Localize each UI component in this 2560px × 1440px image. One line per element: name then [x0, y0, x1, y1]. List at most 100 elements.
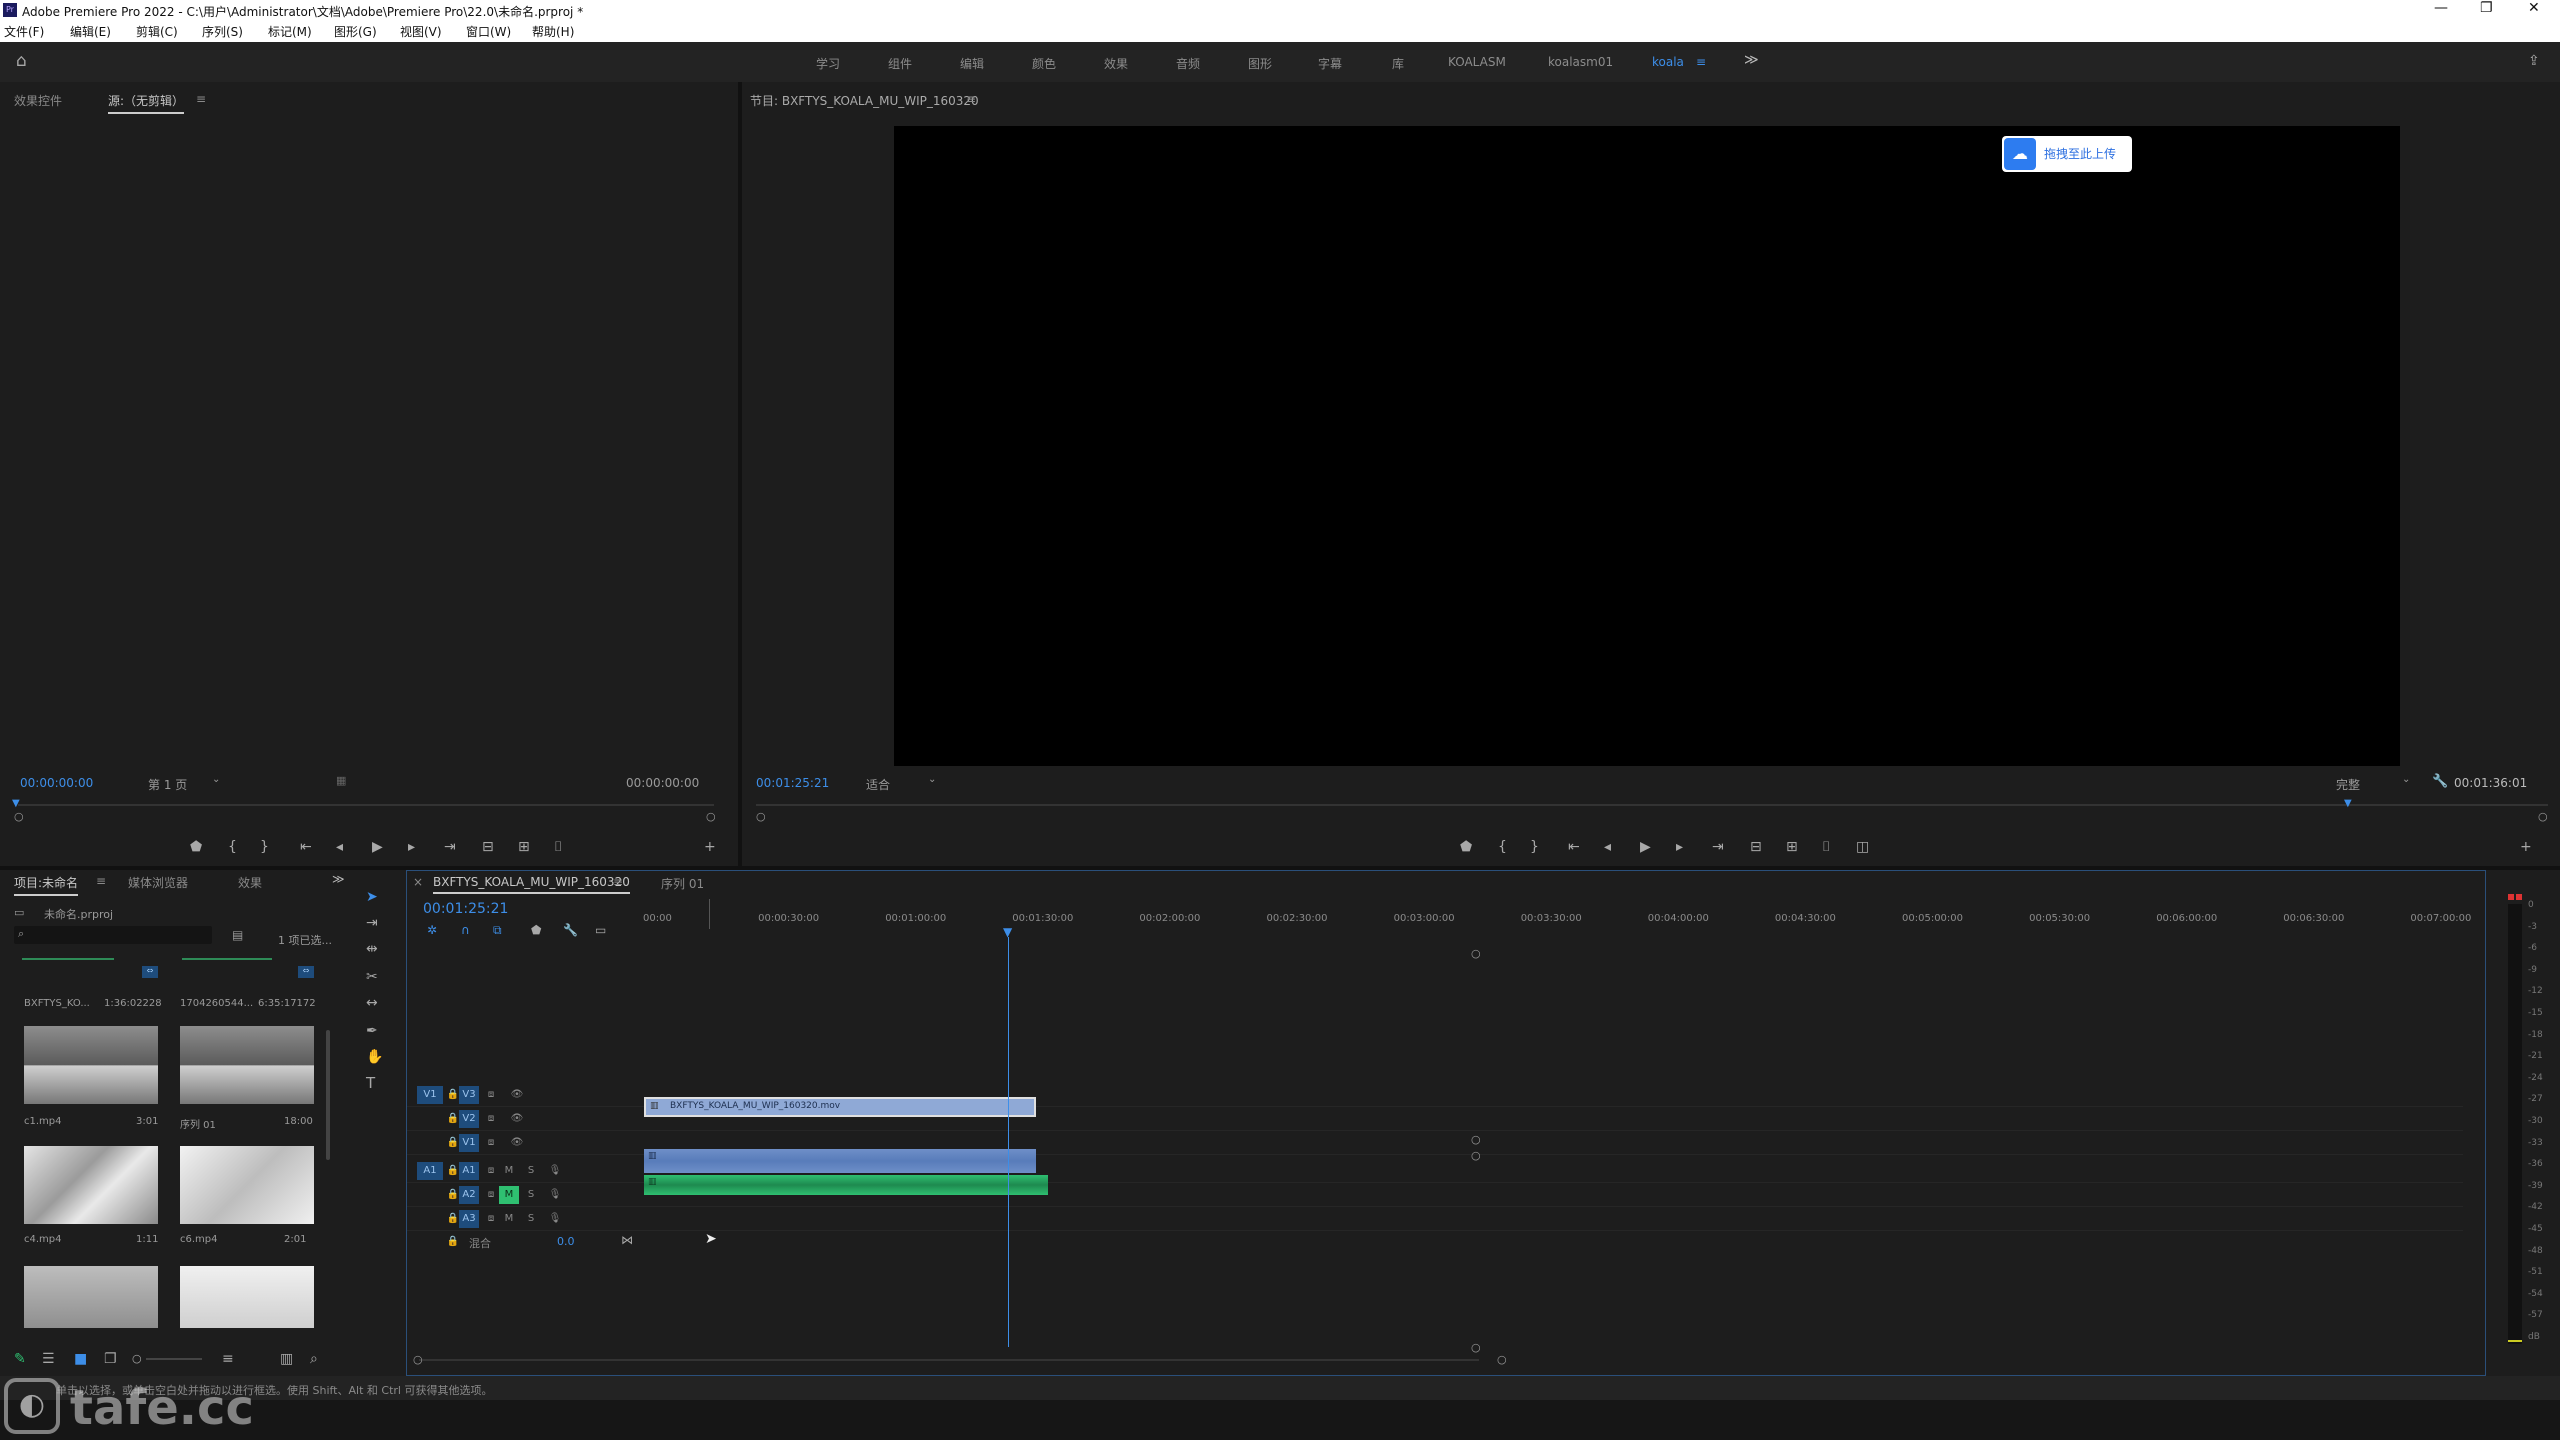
step-back-icon[interactable]: ◂ — [1604, 840, 1611, 854]
mute-button[interactable]: M — [499, 1210, 519, 1228]
go-to-out-icon[interactable]: ⇥ — [1712, 840, 1724, 854]
extract-icon[interactable]: ⊞ — [1786, 840, 1798, 854]
captions-icon[interactable]: ▭ — [595, 923, 606, 937]
workspace-tab[interactable]: 组件 — [888, 55, 912, 72]
play-icon[interactable]: ▶ — [372, 840, 383, 854]
workspace-tab[interactable]: 颜色 — [1032, 55, 1056, 72]
zoom-slider[interactable] — [146, 1358, 202, 1360]
add-marker-icon[interactable]: ⬟ — [531, 923, 541, 937]
add-marker-icon[interactable]: ⬟ — [190, 840, 202, 854]
timeline-h-scrollbar[interactable] — [419, 1359, 1479, 1361]
track-target-v2[interactable]: V2 — [459, 1110, 479, 1128]
workspace-menu-icon[interactable]: ≡ — [1696, 55, 1706, 69]
mark-out-icon[interactable]: } — [260, 840, 269, 854]
mark-in-icon[interactable]: { — [1498, 840, 1507, 854]
step-forward-icon[interactable]: ▸ — [1676, 840, 1683, 854]
step-back-icon[interactable]: ◂ — [336, 840, 343, 854]
sync-lock-icon[interactable]: ⧈ — [481, 1162, 501, 1180]
program-video-frame[interactable] — [894, 126, 2400, 766]
slip-tool-icon[interactable]: ↔ — [366, 996, 378, 1010]
source-timecode-in[interactable]: 00:00:00:00 — [20, 776, 93, 790]
clip-indicator-left[interactable] — [2508, 894, 2514, 900]
track-select-tool-icon[interactable]: ⇥ — [366, 916, 378, 930]
menu-item[interactable]: 标记(M) — [268, 23, 312, 40]
icon-view-icon[interactable]: ■ — [74, 1352, 87, 1366]
snap-icon[interactable]: ∩ — [461, 923, 470, 937]
sync-lock-icon[interactable]: ⧈ — [481, 1110, 501, 1128]
selection-tool-icon[interactable]: ➤ — [366, 890, 378, 904]
list-view-icon[interactable]: ☰ — [42, 1352, 55, 1366]
export-frame-icon[interactable]: ⌷ — [1822, 840, 1830, 854]
panel-divider[interactable] — [738, 82, 742, 866]
microphone-icon[interactable]: 🎙 — [545, 1210, 565, 1228]
workspace-tab[interactable]: koala — [1652, 55, 1684, 69]
solo-button[interactable]: S — [521, 1210, 541, 1228]
minimize-icon[interactable]: — — [2434, 0, 2448, 16]
share-icon[interactable]: ⇪ — [2528, 54, 2540, 68]
tab-effect-controls[interactable]: 效果控件 — [14, 92, 62, 109]
track-target-a1[interactable]: A1 — [459, 1162, 479, 1180]
safe-margin-icon[interactable]: ▦ — [336, 774, 346, 787]
tab-sequence-main[interactable]: BXFTYS_KOALA_MU_WIP_160320 — [433, 875, 630, 894]
go-to-end-icon[interactable]: ⋈ — [621, 1233, 633, 1247]
fit-select[interactable]: 适合 — [866, 776, 890, 793]
source-playhead[interactable]: ▼ — [12, 798, 20, 809]
tab-source[interactable]: 源:（无剪辑） — [108, 92, 185, 114]
automate-icon[interactable]: ▥ — [280, 1352, 293, 1366]
project-item-name[interactable]: c1.mp4 — [24, 1116, 62, 1127]
close-icon[interactable]: ✕ — [2528, 0, 2540, 16]
menu-item[interactable]: 编辑(E) — [70, 23, 111, 40]
ripple-edit-tool-icon[interactable]: ⇹ — [366, 942, 378, 956]
mark-out-icon[interactable]: } — [1530, 840, 1539, 854]
panel-overflow-icon[interactable]: ≫ — [332, 872, 345, 886]
project-thumbnail[interactable] — [180, 1026, 314, 1104]
comparison-view-icon[interactable]: ◫ — [1856, 840, 1869, 854]
menu-item[interactable]: 图形(G) — [334, 23, 377, 40]
zoom-slider-handle[interactable]: ○ — [132, 1352, 142, 1366]
tab-sequence-01[interactable]: 序列 01 — [661, 875, 704, 892]
source-patch-audio[interactable]: A1 — [417, 1162, 443, 1180]
eye-icon[interactable]: 👁 — [507, 1110, 527, 1128]
eye-icon[interactable]: 👁 — [507, 1134, 527, 1152]
track-target-v3[interactable]: V3 — [459, 1086, 479, 1104]
solo-button[interactable]: S — [521, 1186, 541, 1204]
zoom-handle-right[interactable]: ○ — [1497, 1353, 1507, 1366]
workspace-tab[interactable]: 编辑 — [960, 55, 984, 72]
workspace-tab[interactable]: koalasm01 — [1548, 55, 1613, 69]
go-to-in-icon[interactable]: ⇤ — [1568, 840, 1580, 854]
home-icon[interactable]: ⌂ — [16, 53, 27, 70]
project-item-name[interactable]: BXFTYS_KO... — [24, 998, 90, 1009]
project-scrollbar[interactable] — [326, 1030, 330, 1160]
program-scrubber[interactable] — [756, 804, 2548, 806]
sync-lock-icon[interactable]: ⧈ — [481, 1210, 501, 1228]
workspace-tab[interactable]: 图形 — [1248, 55, 1272, 72]
solo-button[interactable]: S — [521, 1162, 541, 1180]
project-thumbnail[interactable] — [180, 1266, 314, 1328]
wrench-icon[interactable]: 🔧 — [563, 923, 578, 937]
menu-item[interactable]: 帮助(H) — [532, 23, 574, 40]
source-page-select[interactable]: 第 1 页 — [148, 776, 187, 793]
project-item-name[interactable]: c6.mp4 — [180, 1234, 218, 1245]
go-to-out-icon[interactable]: ⇥ — [444, 840, 456, 854]
panel-menu-icon[interactable]: ≡ — [196, 92, 206, 106]
clip-indicator-right[interactable] — [2516, 894, 2522, 900]
menu-item[interactable]: 窗口(W) — [466, 23, 511, 40]
export-frame-icon[interactable]: ⌷ — [554, 840, 562, 854]
timeline-timecode[interactable]: 00:01:25:21 — [423, 901, 508, 917]
menu-item[interactable]: 文件(F) — [4, 23, 44, 40]
audio-clip-a1[interactable]: ▥ — [644, 1149, 1036, 1173]
zoom-handle-left[interactable]: ○ — [756, 810, 766, 823]
add-marker-icon[interactable]: ⬟ — [1460, 840, 1472, 854]
project-thumbnail[interactable] — [24, 1146, 158, 1224]
mute-button[interactable]: M — [499, 1162, 519, 1180]
track-target-a3[interactable]: A3 — [459, 1210, 479, 1228]
lift-icon[interactable]: ⊟ — [1750, 840, 1762, 854]
pencil-icon[interactable]: ✎ — [14, 1352, 26, 1366]
workspace-tab[interactable]: 效果 — [1104, 55, 1128, 72]
menu-item[interactable]: 视图(V) — [400, 23, 442, 40]
add-button-icon[interactable]: + — [2520, 840, 2532, 854]
project-thumbnail[interactable] — [180, 1146, 314, 1224]
step-forward-icon[interactable]: ▸ — [408, 840, 415, 854]
source-scrubber[interactable] — [18, 804, 714, 806]
track-target-a2[interactable]: A2 — [459, 1186, 479, 1204]
